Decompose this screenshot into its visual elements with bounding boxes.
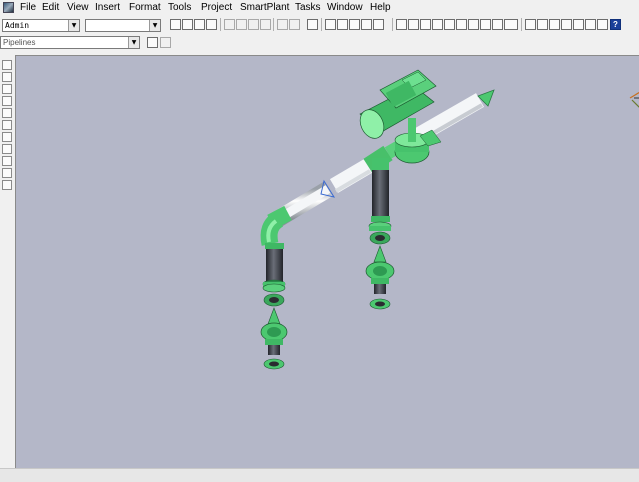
modify-icon[interactable]	[2, 180, 12, 190]
properties-icon[interactable]	[432, 19, 443, 30]
view-style-dropdown[interactable]	[504, 19, 518, 30]
toolbar-separator	[220, 18, 221, 31]
toolbar-separator	[273, 18, 274, 31]
zoom-area-icon[interactable]	[549, 19, 560, 30]
menu-insert[interactable]: Insert	[95, 2, 120, 14]
pipelines-combo-value: Pipelines	[3, 38, 36, 47]
toolbar-separator	[321, 18, 322, 31]
filter-icon[interactable]	[361, 19, 372, 30]
print-icon[interactable]	[206, 19, 217, 30]
refresh-icon[interactable]	[396, 19, 407, 30]
insert-feature-icon[interactable]	[2, 120, 12, 130]
toolbar-separator	[392, 18, 393, 31]
vertical-toolbar	[0, 54, 14, 468]
common-views-icon[interactable]	[585, 19, 596, 30]
save-icon[interactable]	[194, 19, 205, 30]
graphic-view[interactable]	[15, 55, 639, 468]
menu-smartplant[interactable]: SmartPlant	[240, 2, 289, 14]
insert-specialty-icon[interactable]	[2, 96, 12, 106]
paste-icon[interactable]	[248, 19, 259, 30]
measure-icon[interactable]	[337, 19, 348, 30]
select-filter-icon[interactable]	[160, 37, 171, 48]
help-icon[interactable]: ?	[610, 19, 621, 30]
cut-icon[interactable]	[224, 19, 235, 30]
rotate-icon[interactable]	[573, 19, 584, 30]
insert-component-icon[interactable]	[2, 84, 12, 94]
menu-format[interactable]: Format	[129, 2, 161, 14]
user-combo[interactable]: Admin ▼	[2, 19, 80, 32]
pipelines-combo[interactable]: Pipelines ▼	[0, 36, 140, 49]
clash-icon[interactable]	[456, 19, 467, 30]
menu-bar: File Edit View Insert Format Tools Proje…	[0, 0, 639, 16]
status-bar	[0, 468, 639, 482]
menu-window[interactable]: Window	[327, 2, 363, 14]
right-drop-leg[interactable]	[365, 158, 395, 310]
app-icon[interactable]	[3, 2, 14, 13]
hierarchy-icon[interactable]	[444, 19, 455, 30]
menu-edit[interactable]: Edit	[42, 2, 59, 14]
pump-motor-equipment[interactable]	[356, 69, 442, 164]
copy-icon[interactable]	[236, 19, 247, 30]
undo-icon[interactable]	[277, 19, 288, 30]
insert-tap-icon[interactable]	[2, 108, 12, 118]
user-combo-value: Admin	[5, 21, 30, 30]
left-drop-leg[interactable]	[260, 211, 288, 370]
locate-filter-icon[interactable]	[147, 37, 158, 48]
chevron-down-icon[interactable]: ▼	[149, 20, 160, 31]
axis-triad	[629, 91, 639, 108]
fit-icon[interactable]	[561, 19, 572, 30]
inspect-icon[interactable]	[349, 19, 360, 30]
toolbar-separator	[521, 18, 522, 31]
pan-icon[interactable]	[537, 19, 548, 30]
select-arrow-icon[interactable]	[2, 60, 12, 70]
draw-icon[interactable]	[373, 19, 384, 30]
insert-support-icon[interactable]	[2, 156, 12, 166]
update-icon[interactable]	[408, 19, 419, 30]
menu-tools[interactable]: Tools	[168, 2, 191, 14]
menu-help[interactable]: Help	[370, 2, 391, 14]
chevron-down-icon[interactable]: ▼	[128, 37, 139, 48]
redo-icon[interactable]	[289, 19, 300, 30]
layers-icon[interactable]	[480, 19, 491, 30]
context-combo[interactable]: ▼	[85, 19, 161, 32]
link-icon[interactable]	[468, 19, 479, 30]
workspace-icon[interactable]	[420, 19, 431, 30]
menu-tasks[interactable]: Tasks	[295, 2, 321, 14]
open-icon[interactable]	[182, 19, 193, 30]
connect-icon[interactable]	[2, 144, 12, 154]
pipe-model[interactable]	[16, 56, 639, 469]
clip-icon[interactable]	[597, 19, 608, 30]
menu-project[interactable]: Project	[201, 2, 232, 14]
view-style-icon[interactable]	[492, 19, 503, 30]
new-icon[interactable]	[170, 19, 181, 30]
menu-file[interactable]: File	[20, 2, 36, 14]
menu-view[interactable]: View	[67, 2, 89, 14]
route-pipe-icon[interactable]	[2, 72, 12, 82]
spool-icon[interactable]	[2, 168, 12, 178]
zoom-icon[interactable]	[525, 19, 536, 30]
insert-split-icon[interactable]	[2, 132, 12, 142]
pinpoint-icon[interactable]	[325, 19, 336, 30]
select-icon[interactable]	[307, 19, 318, 30]
chevron-down-icon[interactable]: ▼	[68, 20, 79, 31]
delete-icon[interactable]	[260, 19, 271, 30]
